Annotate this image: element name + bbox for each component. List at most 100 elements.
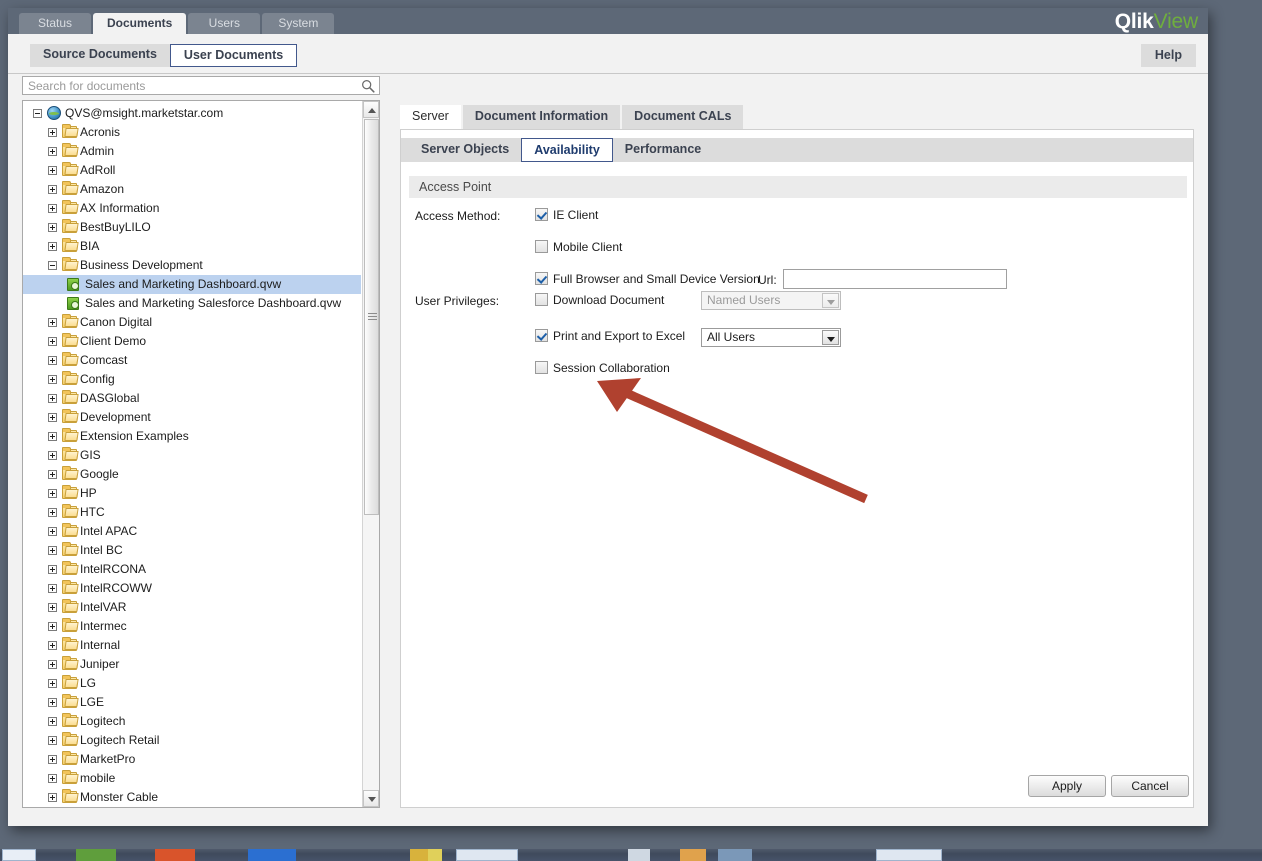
expand-toggle-icon[interactable]	[48, 413, 57, 422]
tree-item-folder[interactable]: Config	[23, 370, 361, 389]
sub-tab-user-documents[interactable]: User Documents	[169, 44, 298, 67]
expand-toggle-icon[interactable]	[48, 527, 57, 536]
select-print-export-arrow[interactable]	[822, 330, 839, 345]
tree-item-folder[interactable]: IntelRCONA	[23, 560, 361, 579]
expand-toggle-icon[interactable]	[48, 679, 57, 688]
tree-item-folder[interactable]: Acronis	[23, 123, 361, 142]
tree-item-document[interactable]: Sales and Marketing Dashboard.qvw	[23, 275, 361, 294]
tree-item-folder[interactable]: Intel BC	[23, 541, 361, 560]
tree-item-folder[interactable]: Intermec	[23, 617, 361, 636]
tree-item-folder[interactable]: Admin	[23, 142, 361, 161]
tree-item-folder[interactable]: Comcast	[23, 351, 361, 370]
select-download-document-arrow[interactable]	[822, 293, 839, 308]
expand-toggle-icon[interactable]	[48, 223, 57, 232]
tree-item-folder[interactable]: Monster Cable	[23, 788, 361, 807]
expand-toggle-icon[interactable]	[48, 166, 57, 175]
expand-toggle-icon[interactable]	[48, 660, 57, 669]
label-full-browser-small-device[interactable]: Full Browser and Small Device Version	[553, 272, 760, 286]
taskbar-icon-2[interactable]	[155, 849, 195, 861]
checkbox-mobile-client[interactable]	[535, 240, 548, 253]
tree-item-folder[interactable]: GIS	[23, 446, 361, 465]
tree-item-folder[interactable]: IntelRCOWW	[23, 579, 361, 598]
tree-item-folder[interactable]: AdRoll	[23, 161, 361, 180]
tree-item-folder[interactable]: Juniper	[23, 655, 361, 674]
expand-toggle-icon[interactable]	[48, 793, 57, 802]
checkbox-ie-client[interactable]	[535, 208, 548, 221]
tree-item-folder[interactable]: LGE	[23, 693, 361, 712]
tree-item-folder[interactable]: BestBuyLILO	[23, 218, 361, 237]
collapse-toggle-icon[interactable]	[48, 261, 57, 270]
select-download-document-access[interactable]: Named Users	[701, 291, 841, 310]
expand-toggle-icon[interactable]	[48, 356, 57, 365]
expand-toggle-icon[interactable]	[48, 508, 57, 517]
taskbar-icon-7[interactable]	[680, 849, 706, 861]
taskbar-icon-3[interactable]	[248, 849, 296, 861]
label-mobile-client[interactable]: Mobile Client	[553, 240, 622, 254]
cancel-button[interactable]: Cancel	[1111, 775, 1189, 797]
tree-item-folder[interactable]: LG	[23, 674, 361, 693]
taskbar-start-button[interactable]	[2, 849, 36, 861]
tree-item-folder[interactable]: IntelVAR	[23, 598, 361, 617]
document-tree[interactable]: QVS@msight.marketstar.com Acronis Admin AdR…	[22, 100, 380, 808]
search-input[interactable]	[26, 77, 356, 94]
main-tab-users[interactable]: Users	[188, 13, 261, 34]
select-print-export-access[interactable]: All Users	[701, 328, 841, 347]
expand-toggle-icon[interactable]	[48, 774, 57, 783]
subtab-availability[interactable]: Availability	[521, 138, 613, 162]
expand-toggle-icon[interactable]	[48, 622, 57, 631]
expand-toggle-icon[interactable]	[48, 318, 57, 327]
sub-tab-source-documents[interactable]: Source Documents	[30, 44, 170, 67]
expand-toggle-icon[interactable]	[48, 641, 57, 650]
expand-toggle-icon[interactable]	[48, 736, 57, 745]
taskbar-icon-5[interactable]	[428, 849, 442, 861]
search-icon[interactable]	[361, 79, 375, 93]
expand-toggle-icon[interactable]	[48, 451, 57, 460]
checkbox-full-browser-small-device[interactable]	[535, 272, 548, 285]
tree-item-folder[interactable]: Client Demo	[23, 332, 361, 351]
help-button[interactable]: Help	[1140, 44, 1196, 67]
tree-item-folder[interactable]: HP	[23, 484, 361, 503]
expand-toggle-icon[interactable]	[48, 375, 57, 384]
tree-item-folder[interactable]: Amazon	[23, 180, 361, 199]
checkbox-download-document[interactable]	[535, 293, 548, 306]
expand-toggle-icon[interactable]	[48, 204, 57, 213]
tree-item-folder[interactable]: Intel APAC	[23, 522, 361, 541]
expand-toggle-icon[interactable]	[48, 546, 57, 555]
label-session-collaboration[interactable]: Session Collaboration	[553, 361, 670, 375]
scrollbar-thumb[interactable]	[364, 119, 379, 515]
expand-toggle-icon[interactable]	[48, 565, 57, 574]
expand-toggle-icon[interactable]	[48, 128, 57, 137]
tree-item-folder[interactable]: Business Development	[23, 256, 361, 275]
main-tab-documents[interactable]: Documents	[93, 13, 187, 34]
expand-toggle-icon[interactable]	[48, 717, 57, 726]
label-download-document[interactable]: Download Document	[553, 293, 664, 307]
tree-item-folder[interactable]: Logitech Retail	[23, 731, 361, 750]
label-ie-client[interactable]: IE Client	[553, 208, 598, 222]
tree-item-folder[interactable]: Extension Examples	[23, 427, 361, 446]
tree-item-folder[interactable]: BIA	[23, 237, 361, 256]
expand-toggle-icon[interactable]	[48, 242, 57, 251]
expand-toggle-icon[interactable]	[48, 185, 57, 194]
taskbar-icon-8[interactable]	[718, 849, 752, 861]
tree-item-folder[interactable]: AX Information	[23, 199, 361, 218]
search-box[interactable]	[22, 76, 380, 95]
apply-button[interactable]: Apply	[1028, 775, 1106, 797]
tree-item-folder[interactable]: Internal	[23, 636, 361, 655]
expand-toggle-icon[interactable]	[48, 489, 57, 498]
scroll-up-button[interactable]	[363, 101, 379, 118]
scroll-down-button[interactable]	[363, 790, 379, 807]
expand-toggle-icon[interactable]	[48, 603, 57, 612]
tree-scrollbar[interactable]	[362, 101, 379, 807]
tree-item-folder[interactable]: Google	[23, 465, 361, 484]
subtab-performance[interactable]: Performance	[613, 138, 713, 162]
tree-item-folder[interactable]: HTC	[23, 503, 361, 522]
main-tab-system[interactable]: System	[262, 13, 335, 34]
expand-toggle-icon[interactable]	[48, 432, 57, 441]
expand-toggle-icon[interactable]	[48, 394, 57, 403]
expand-toggle-icon[interactable]	[48, 584, 57, 593]
tree-item-folder[interactable]: Canon Digital	[23, 313, 361, 332]
expand-toggle-icon[interactable]	[48, 337, 57, 346]
tree-item-folder[interactable]: DASGlobal	[23, 389, 361, 408]
expand-toggle-icon[interactable]	[48, 147, 57, 156]
collapse-toggle-icon[interactable]	[33, 109, 42, 118]
